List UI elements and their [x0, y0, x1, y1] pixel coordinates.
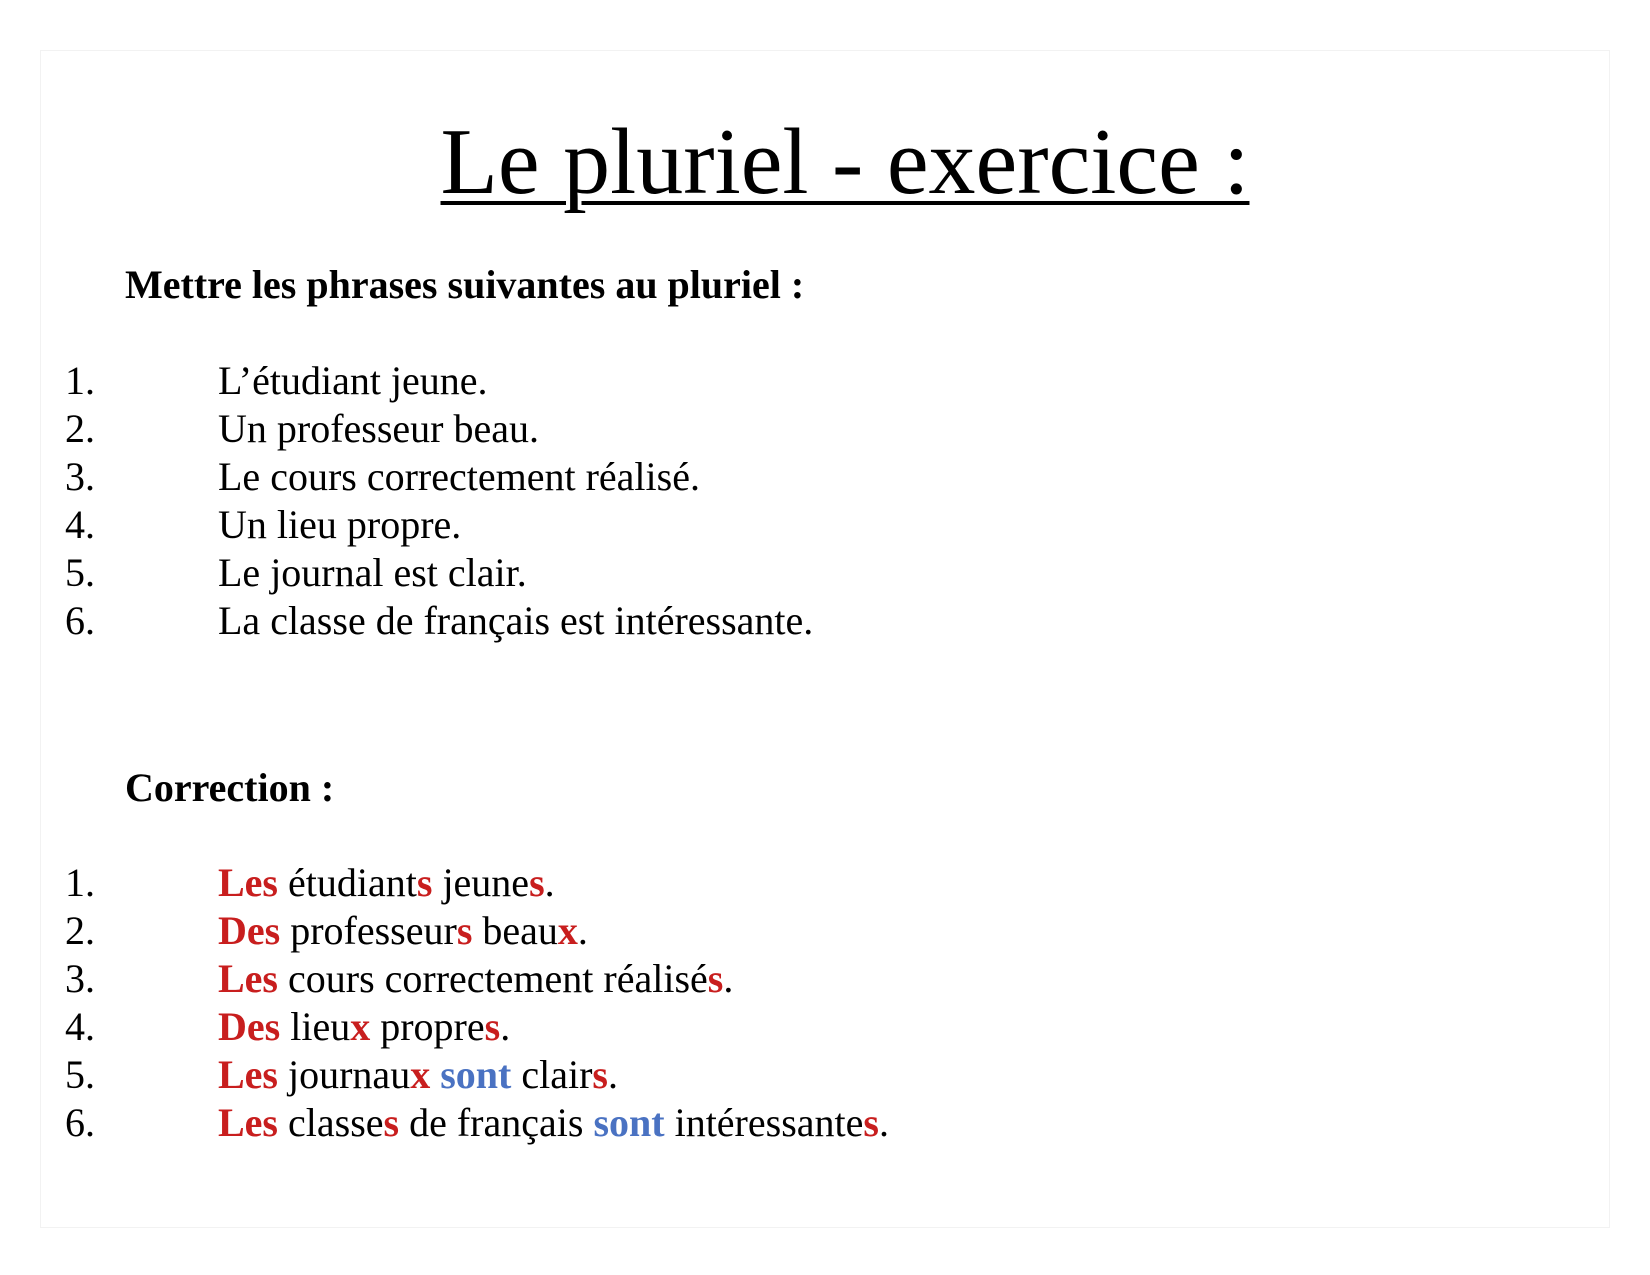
plural-marker: s — [383, 1100, 400, 1145]
sentence-segment: de français — [399, 1100, 594, 1145]
plural-marker: x — [350, 1004, 371, 1049]
correction-item-number: 2. — [65, 908, 95, 953]
exercise-item-text: Le journal est clair. — [218, 550, 527, 595]
sentence-segment: propre — [370, 1004, 485, 1049]
correction-item-text: Des lieux propres. — [218, 1003, 510, 1051]
sentence-segment: professeur — [280, 908, 457, 953]
exercise-item-text: La classe de français est intéressante. — [218, 598, 814, 643]
plural-marker: s — [707, 956, 724, 1001]
sentence-segment: . — [544, 860, 555, 905]
plural-marker: x — [410, 1052, 431, 1097]
correction-item-number: 3. — [65, 956, 95, 1001]
sentence-segment: journau — [278, 1052, 411, 1097]
exercise-item-text: Un lieu propre. — [218, 502, 462, 547]
sentence-segment: classe — [278, 1100, 384, 1145]
sentence-segment: . — [577, 908, 588, 953]
verb-marker: sont — [440, 1052, 512, 1097]
plural-marker: s — [484, 1004, 501, 1049]
sentence-segment: étudiant — [278, 860, 417, 905]
exercise-item-number: 4. — [65, 502, 95, 547]
correction-item-text: Les étudiants jeunes. — [218, 859, 555, 907]
plural-marker: Des — [218, 1004, 281, 1049]
correction-item-text: Les journaux sont clairs. — [218, 1051, 618, 1099]
plural-marker: s — [863, 1100, 879, 1145]
correction-item-text: Des professeurs beaux. — [218, 907, 588, 955]
sentence-segment: jeune — [432, 860, 530, 905]
exercise-item-number: 2. — [65, 406, 95, 451]
page-title: Le pluriel - exercice : — [440, 110, 1250, 214]
plural-marker: Les — [218, 860, 278, 905]
plural-marker: Les — [218, 1100, 278, 1145]
plural-marker: s — [529, 860, 545, 905]
correction-item-number: 5. — [65, 1052, 95, 1097]
exercise-item-number: 3. — [65, 454, 95, 499]
sentence-segment: beau — [472, 908, 558, 953]
verb-marker: sont — [593, 1100, 665, 1145]
sentence-segment: . — [607, 1052, 618, 1097]
plural-marker: Les — [218, 1052, 278, 1097]
correction-item-number: 4. — [65, 1004, 95, 1049]
plural-marker: s — [416, 860, 433, 905]
correction-item-number: 1. — [65, 860, 95, 905]
exercise-item-number: 6. — [65, 598, 95, 643]
sentence-segment — [430, 1052, 440, 1097]
plural-marker: Les — [218, 956, 278, 1001]
exercise-item-text: Le cours correctement réalisé. — [218, 454, 700, 499]
exercise-item-number: 1. — [65, 358, 95, 403]
sentence-segment: lieu — [280, 1004, 351, 1049]
plural-marker: Des — [218, 908, 281, 953]
correction-item-text: Les cours correctement réalisés. — [218, 955, 733, 1003]
correction-heading: Correction : — [125, 765, 335, 810]
sentence-segment: cours correctement réalisé — [278, 956, 708, 1001]
exercise-item-text: L’étudiant jeune. — [218, 358, 488, 403]
plural-marker: s — [456, 908, 473, 953]
plural-marker: x — [557, 908, 578, 953]
correction-item-text: Les classes de français sont intéressant… — [218, 1099, 889, 1147]
sentence-segment: . — [878, 1100, 889, 1145]
exercise-item-number: 5. — [65, 550, 95, 595]
sentence-segment: . — [500, 1004, 511, 1049]
plural-marker: s — [592, 1052, 608, 1097]
exercise-item-text: Un professeur beau. — [218, 406, 539, 451]
instruction-heading: Mettre les phrases suivantes au pluriel … — [125, 262, 805, 307]
sentence-segment: intéressante — [664, 1100, 864, 1145]
sentence-segment: . — [723, 956, 734, 1001]
sentence-segment: clair — [511, 1052, 593, 1097]
correction-item-number: 6. — [65, 1100, 95, 1145]
